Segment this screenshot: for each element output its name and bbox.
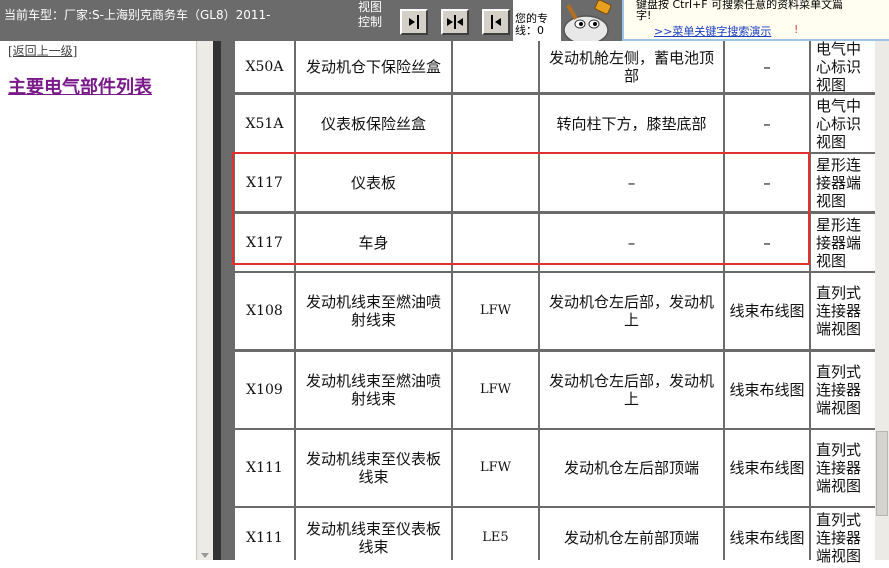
frame-right-button[interactable] [482,9,510,35]
cell-view: 线束布线图 [725,273,809,349]
cell-name: 发动机线束至仪表板线束 [296,430,451,506]
cell-view: – [725,95,809,152]
cell-diagram: 电气中心标识视图 [811,95,875,152]
hint-text: 键盘按 Ctrl+F 可搜索任意的资料菜单文篇 [636,0,844,11]
hint-mark: ! [794,23,799,36]
cell-code: X109 [235,352,294,428]
cell-type: LFW [453,273,538,349]
cell-diagram: 直列式连接器端视图 [811,430,875,506]
cell-diagram: 直列式连接器端视图 [811,352,875,428]
cell-name: 发动机仓下保险丝盒 [296,41,451,92]
cell-code: X111 [235,430,294,506]
frame-both-button[interactable] [441,9,469,35]
cell-view: 线束布线图 [725,352,809,428]
top-toolbar: 当前车型：厂家:S-上海别克商务车（GL8）2011- 视图控制 您的专 线：0… [0,0,889,41]
left-scrollbar[interactable] [196,41,213,560]
cell-view: 线束布线图 [725,430,809,506]
cell-code: X51A [235,95,294,152]
cell-location: – [540,154,723,211]
scroll-down-arrow-icon[interactable] [201,553,209,558]
hint-bubble: 键盘按 Ctrl+F 可搜索任意的资料菜单文篇 字! >>菜单关键字搜索演示 ! [622,0,889,41]
cell-type [453,154,538,211]
cell-code: X108 [235,273,294,349]
cell-name: 车身 [296,214,451,271]
search-demo-link[interactable]: >>菜单关键字搜索演示 [654,23,771,39]
cell-location: 发动机仓左后部顶端 [540,430,723,506]
right-scrollbar[interactable] [875,41,889,560]
cell-type [453,95,538,152]
cell-diagram: 星形连接器端视图 [811,214,875,271]
cell-view: 线束布线图 [725,508,809,568]
left-pane: [返回上一级] 主要电气部件列表 [0,41,196,560]
mascot-icon [556,0,618,41]
cell-type: LE5 [453,508,538,568]
back-link[interactable]: [返回上一级] [8,42,77,59]
cell-code: X117 [235,154,294,211]
cell-location: 发动机舱左侧，蓄电池顶部 [540,41,723,92]
cell-view: – [725,154,809,211]
cell-location: 发动机仓左后部，发动机上 [540,273,723,349]
message-area: 您的专 线：0 [513,0,561,41]
scroll-thumb[interactable] [876,431,888,516]
cell-name: 发动机线束至仪表板线束 [296,508,451,568]
cell-type: LFW [453,430,538,506]
cell-location: 发动机仓左前部顶端 [540,508,723,568]
cell-name: 发动机线束至燃油喷射线束 [296,273,451,349]
cell-diagram: 直列式连接器端视图 [811,508,875,568]
cell-code: X117 [235,214,294,271]
cell-code: X50A [235,41,294,92]
hint-text: 字! [636,9,652,22]
cell-diagram: 直列式连接器端视图 [811,273,875,349]
cell-diagram: 电气中心标识视图 [811,40,875,94]
cell-location: 转向柱下方，膝垫底部 [540,95,723,152]
cell-type [453,214,538,271]
cell-name: 仪表板 [296,154,451,211]
view-control-label: 视图控制 [358,0,383,29]
pane-splitter[interactable] [213,41,221,560]
component-list-title[interactable]: 主要电气部件列表 [8,73,152,99]
frame-left-button[interactable] [400,9,428,35]
cell-name: 仪表板保险丝盒 [296,95,451,152]
cell-view: – [725,41,809,92]
cell-type [453,41,538,92]
cell-code: X111 [235,508,294,568]
cell-type: LFW [453,352,538,428]
current-car-model: 当前车型：厂家:S-上海别克商务车（GL8）2011- [4,8,271,22]
message-line: 线：0 [515,24,544,37]
cell-view: – [725,214,809,271]
cell-location: 发动机仓左后部，发动机上 [540,352,723,428]
cell-location: – [540,214,723,271]
cell-name: 发动机线束至燃油喷射线束 [296,352,451,428]
cell-diagram: 星形连接器端视图 [811,154,875,211]
